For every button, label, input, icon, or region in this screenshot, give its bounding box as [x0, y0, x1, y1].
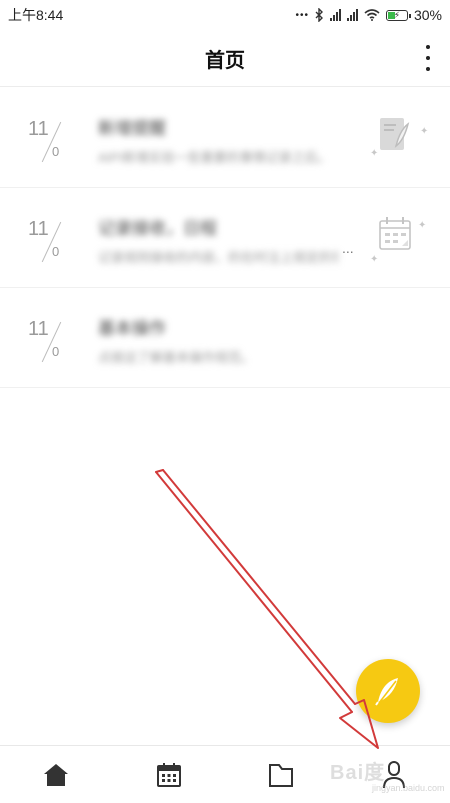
sparkle-icon: ✦	[418, 220, 427, 231]
more-dots-icon: •••	[295, 9, 309, 21]
wifi-icon	[364, 9, 380, 21]
item-desc: 记录规则接收的内容，的在时注上规定的事情	[98, 250, 338, 265]
item-thumbnail: ✦ ✦	[340, 88, 450, 187]
list-item[interactable]: 11 0 新增提醒 AIPI新增实验一些重要的事情记录之后。 ✦ ✦	[0, 88, 450, 188]
calendar-note-icon	[379, 217, 411, 250]
item-text: 新增提醒 AIPI新增实验一些重要的事情记录之后。	[98, 114, 338, 166]
watermark-logo: Bai度	[330, 762, 386, 784]
date-month: 11	[28, 218, 49, 240]
item-thumbnail: ✦ ✦	[340, 188, 450, 287]
nav-calendar[interactable]	[139, 750, 199, 800]
item-title: 记录接收，日程	[98, 219, 217, 238]
status-icons: ••• ⚡ 30%	[295, 7, 442, 23]
date-badge: 11 0	[26, 316, 70, 364]
item-title: 新增提醒	[98, 119, 166, 138]
nav-files[interactable]	[251, 750, 311, 800]
date-badge: 11 0	[26, 116, 70, 164]
battery-icon: ⚡	[385, 9, 411, 21]
more-options-button[interactable]	[424, 45, 432, 71]
item-desc: 点按这了解基本操作规范。	[98, 350, 255, 365]
watermark-url: jingyan.baidu.com	[372, 783, 445, 793]
date-badge: 11 0	[26, 216, 70, 264]
page-title: 首页	[205, 49, 245, 72]
note-pen-icon	[380, 118, 410, 150]
status-time: 上午8:44	[8, 7, 64, 23]
folder-icon	[269, 763, 294, 787]
date-day: 0	[52, 244, 60, 259]
list-item[interactable]: 11 0 记录接收，日程 记录规则接收的内容，的在时注上规定的事情 ... ✦ …	[0, 188, 450, 288]
note-list: 11 0 新增提醒 AIPI新增实验一些重要的事情记录之后。 ✦ ✦ 11 0 …	[0, 88, 450, 388]
new-note-fab[interactable]	[356, 659, 420, 723]
sparkle-icon: ✦	[370, 148, 379, 159]
battery-percent: 30%	[413, 7, 442, 23]
app-header: 首页	[0, 30, 450, 87]
date-month: 11	[28, 118, 49, 140]
status-bar: 上午8:44 ••• ⚡ 30%	[0, 0, 450, 30]
item-desc: AIPI新增实验一些重要的事情记录之后。	[98, 150, 331, 165]
more-dot	[426, 45, 430, 49]
app-screen: 上午8:44 ••• ⚡ 30% 首页 11 0 新增提醒 AIPI新增实验一些…	[0, 0, 450, 803]
sparkle-icon: ✦	[420, 126, 429, 137]
more-dot	[426, 56, 430, 60]
sparkle-icon: ✦	[370, 254, 379, 265]
bluetooth-icon	[315, 8, 323, 22]
nav-home[interactable]	[26, 750, 86, 800]
calendar-icon	[156, 762, 181, 787]
item-text: 基本操作 点按这了解基本操作规范。	[98, 314, 338, 366]
signal-icon	[329, 9, 341, 21]
home-icon	[44, 763, 69, 786]
date-month: 11	[28, 318, 49, 340]
date-day: 0	[52, 144, 60, 159]
feather-pen-icon	[375, 678, 398, 706]
date-day: 0	[52, 344, 60, 359]
list-item[interactable]: 11 0 基本操作 点按这了解基本操作规范。	[0, 288, 450, 388]
item-text: 记录接收，日程 记录规则接收的内容，的在时注上规定的事情	[98, 214, 338, 266]
more-dot	[426, 67, 430, 71]
signal-icon-2	[346, 9, 358, 21]
item-title: 基本操作	[98, 319, 166, 338]
